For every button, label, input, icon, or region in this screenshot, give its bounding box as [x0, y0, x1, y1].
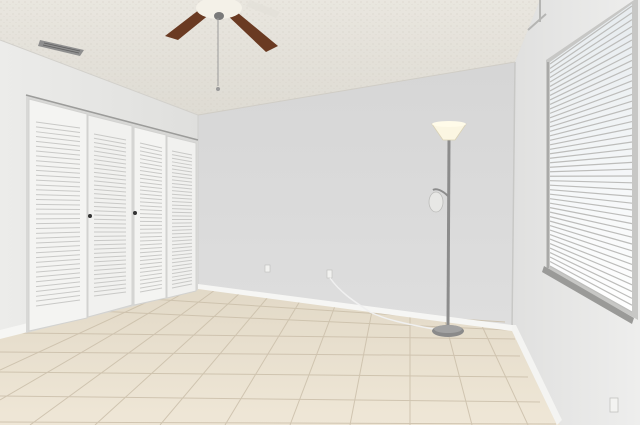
wall-outlet [609, 397, 619, 413]
closet-knob [133, 211, 137, 215]
wall-outlet [326, 269, 333, 279]
room-photo [0, 0, 640, 425]
closet-knob [88, 214, 92, 218]
wall-outlet [264, 264, 271, 273]
